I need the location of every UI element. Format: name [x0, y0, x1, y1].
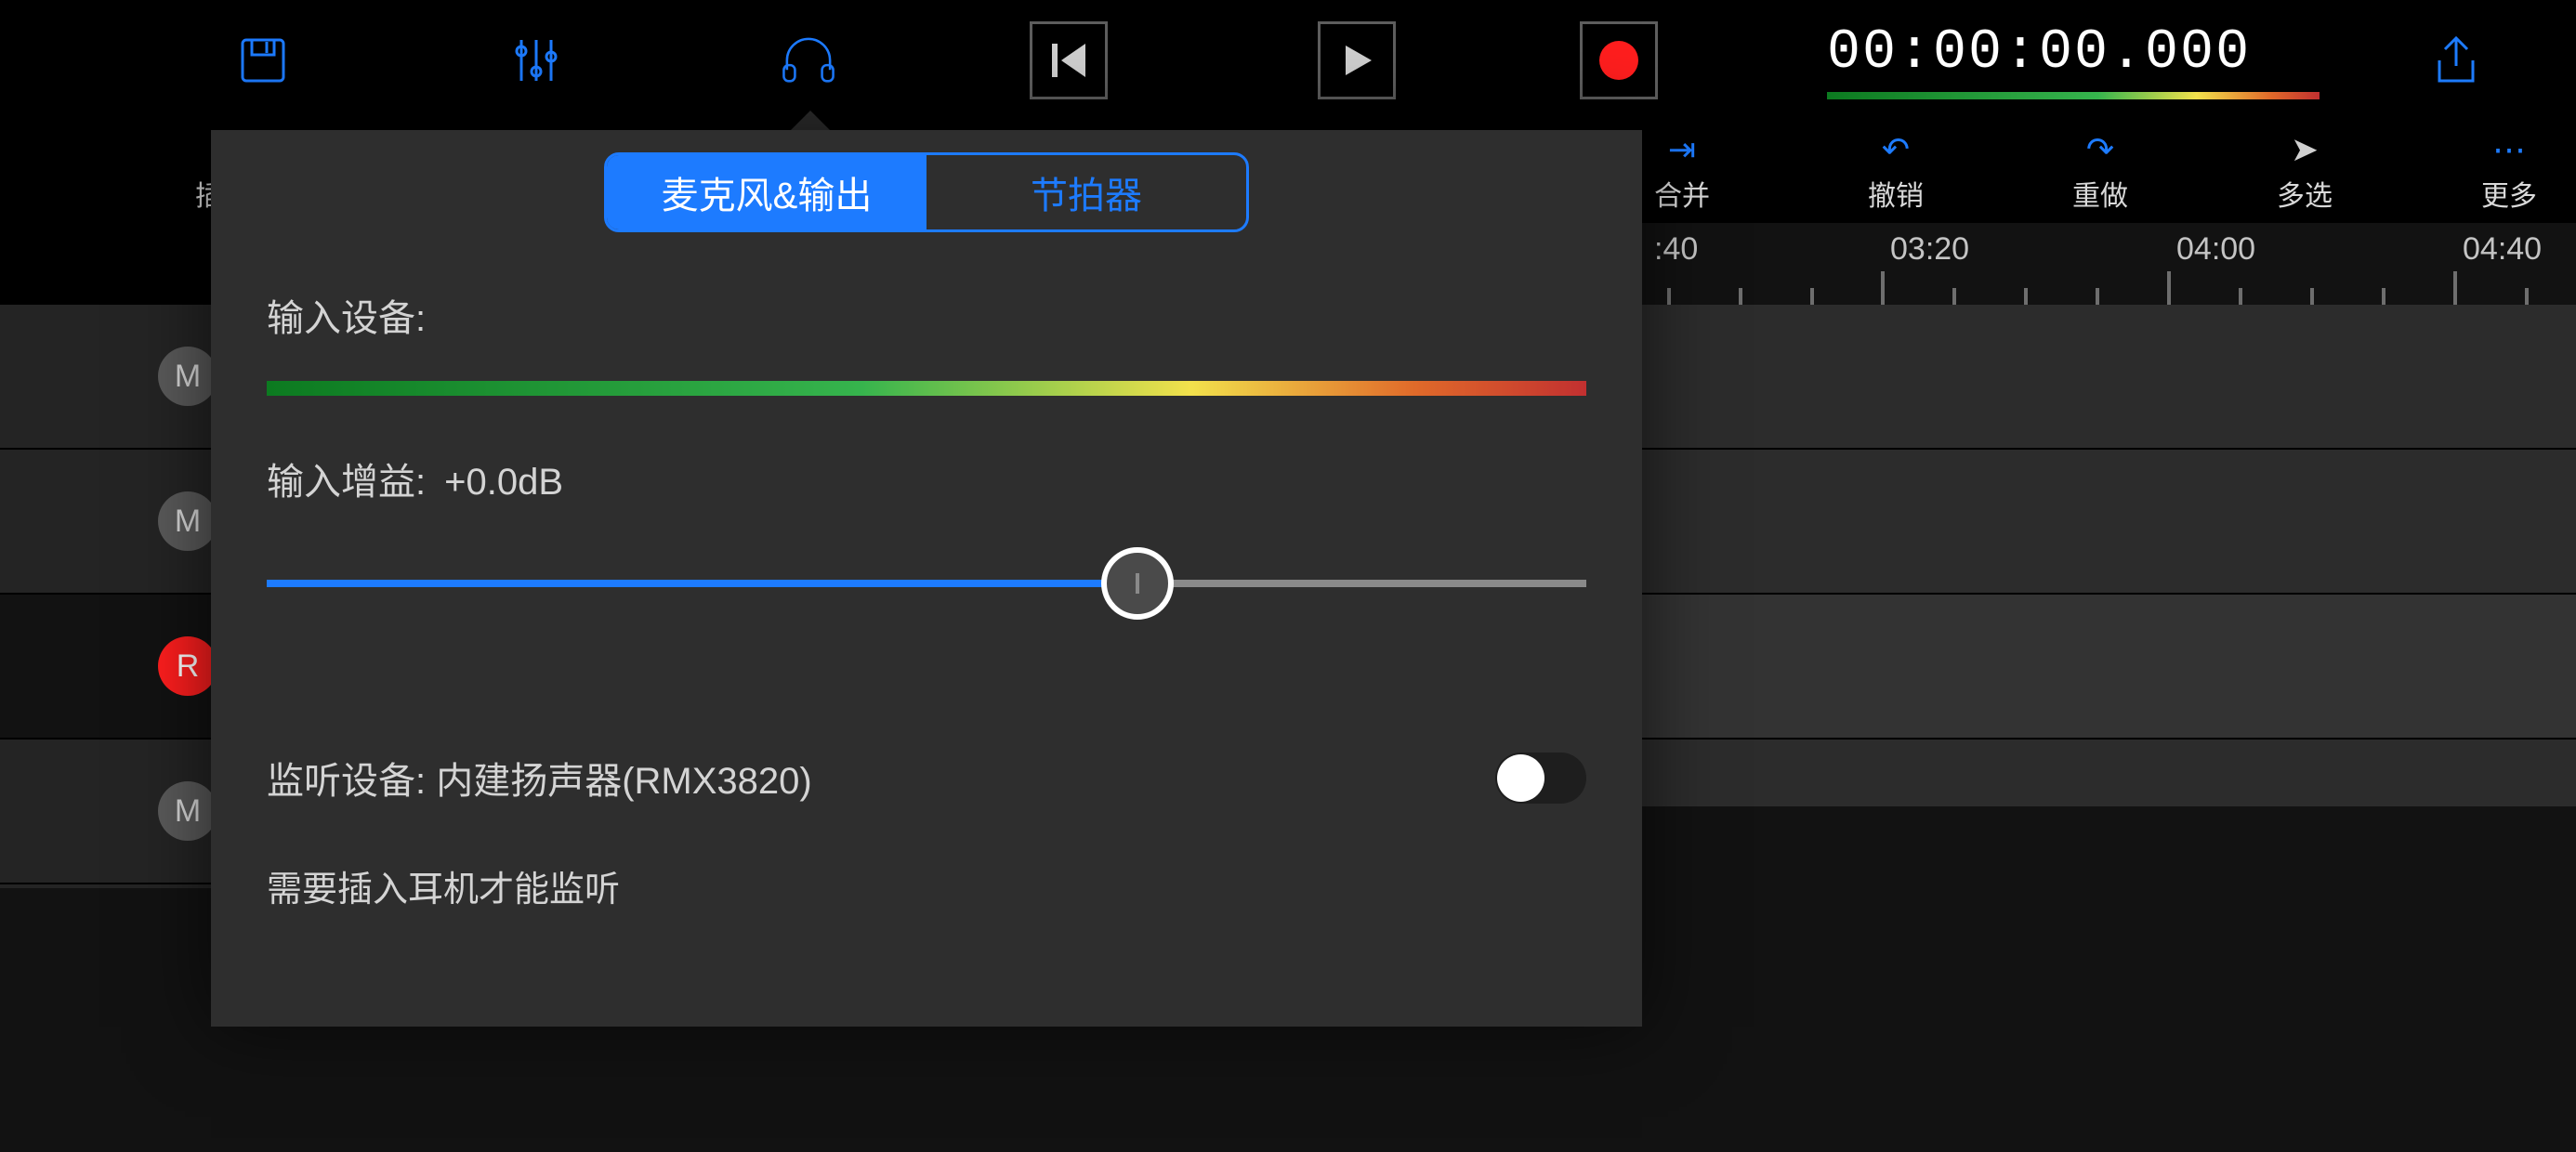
- sub-multiselect[interactable]: ➤ 多选: [2202, 130, 2407, 214]
- track-badge[interactable]: M: [158, 347, 217, 406]
- ruler-label: 04:00: [2176, 231, 2255, 268]
- ruler-label: :40: [1654, 231, 1698, 268]
- headphones-icon[interactable]: [781, 33, 836, 88]
- monitor-toggle[interactable]: [1495, 753, 1586, 804]
- sub-redo-label: 重做: [2072, 173, 2128, 214]
- input-gain-label: 输入增益:: [267, 452, 426, 505]
- save-icon[interactable]: [235, 33, 291, 88]
- share-icon[interactable]: [2428, 33, 2484, 88]
- top-toolbar: 00:00:00.000: [0, 0, 2576, 121]
- input-gain-value: +0.0dB: [444, 462, 563, 504]
- track-badge[interactable]: M: [158, 781, 217, 841]
- sub-redo[interactable]: ↷ 重做: [1998, 130, 2202, 214]
- rewind-button[interactable]: [1030, 21, 1108, 99]
- sub-more-label: 更多: [2481, 173, 2537, 214]
- sub-merge-label: 合并: [1654, 173, 1710, 214]
- audio-settings-popover: 麦克风&输出 节拍器 输入设备: 输入增益: +0.0dB 监听设备: 内建扬声…: [211, 130, 1642, 1027]
- level-meter-top: [1827, 92, 2320, 99]
- segmented-control: 麦克风&输出 节拍器: [604, 152, 1249, 232]
- tab-mic-output[interactable]: 麦克风&输出: [607, 155, 927, 229]
- more-icon: ⋯: [2492, 130, 2526, 167]
- record-button[interactable]: [1580, 21, 1658, 99]
- sub-undo-label: 撤销: [1868, 173, 1924, 214]
- track-badge[interactable]: R: [158, 636, 217, 696]
- sub-undo[interactable]: ↶ 撤销: [1794, 130, 1998, 214]
- monitor-hint: 需要插入耳机才能监听: [267, 860, 1586, 911]
- toggle-knob: [1497, 754, 1544, 802]
- undo-icon: ↶: [1882, 130, 1910, 167]
- timecode: 00:00:00.000: [1827, 21, 2320, 85]
- merge-icon: ⇥: [1668, 130, 1696, 167]
- slider-knob[interactable]: [1101, 547, 1174, 620]
- ruler-label: 04:40: [2463, 231, 2542, 268]
- monitor-device-label: 监听设备: 内建扬声器(RMX3820): [267, 751, 812, 805]
- record-icon: [1599, 41, 1638, 80]
- play-button[interactable]: [1318, 21, 1396, 99]
- popover-arrow: [790, 111, 831, 131]
- input-gain-slider[interactable]: [267, 556, 1586, 611]
- sub-more[interactable]: ⋯ 更多: [2407, 130, 2576, 214]
- track-badge[interactable]: M: [158, 491, 217, 551]
- input-level-meter: [267, 381, 1586, 396]
- mixer-icon[interactable]: [508, 33, 564, 88]
- sub-multiselect-label: 多选: [2277, 173, 2333, 214]
- tab-metronome[interactable]: 节拍器: [927, 155, 1246, 229]
- input-device-label: 输入设备:: [267, 288, 426, 342]
- ruler-label: 03:20: [1890, 231, 1969, 268]
- cursor-icon: ➤: [2291, 130, 2319, 167]
- redo-icon: ↷: [2086, 130, 2114, 167]
